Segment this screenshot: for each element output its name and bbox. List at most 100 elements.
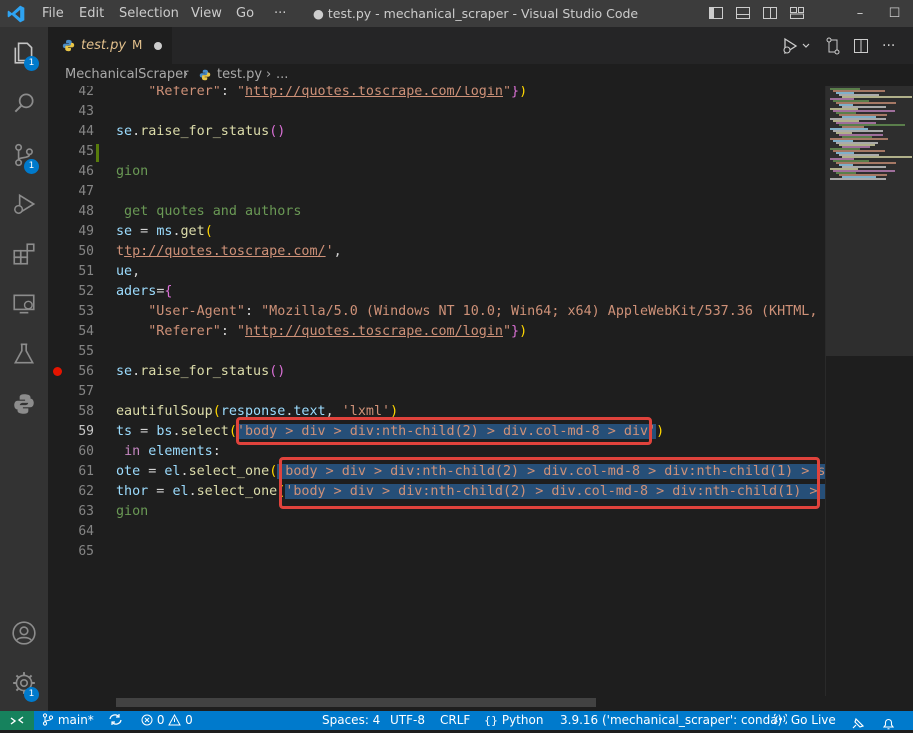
- toggle-panel-icon[interactable]: [735, 5, 751, 21]
- run-debug-button[interactable]: [0, 180, 48, 228]
- line-number: 65: [78, 544, 94, 559]
- minimize-button[interactable]: –: [840, 0, 880, 27]
- run-debug-icon: [14, 193, 36, 215]
- warning-count: 0: [185, 713, 193, 727]
- search-button[interactable]: [0, 79, 48, 127]
- open-changes-icon[interactable]: [824, 36, 842, 56]
- search-icon: [14, 93, 34, 113]
- remote-explorer-button[interactable]: [0, 280, 48, 328]
- git-added-marker: [96, 144, 99, 162]
- unsaved-dot-icon[interactable]: [154, 42, 162, 50]
- python-button[interactable]: [0, 380, 48, 428]
- line-number: 57: [78, 384, 94, 399]
- problems-indicator[interactable]: 0 0: [141, 711, 193, 730]
- code-line: ttp://quotes.toscrape.com/',: [116, 244, 342, 259]
- breakpoint-icon[interactable]: [53, 367, 62, 376]
- customize-layout-icon[interactable]: [789, 5, 805, 21]
- menu-more[interactable]: ···: [274, 0, 286, 27]
- vscode-logo-icon: [7, 5, 25, 23]
- python-interpreter[interactable]: 3.9.16 ('mechanical_scraper': conda): [560, 711, 782, 730]
- breadcrumb-file[interactable]: test.py: [217, 64, 262, 86]
- notifications-bell-icon[interactable]: [882, 714, 895, 733]
- minimap-line: [830, 178, 886, 180]
- code-line: "Referer": "http://quotes.toscrape.com/l…: [148, 324, 528, 339]
- code-line: in elements:: [124, 444, 221, 459]
- source-control-button[interactable]: 1: [0, 131, 48, 179]
- code-line: ue,: [116, 264, 141, 279]
- line-number: 52: [78, 284, 94, 299]
- error-count: 0: [156, 713, 165, 727]
- python-file-icon: [199, 69, 211, 81]
- line-number: 61: [78, 464, 94, 479]
- line-number: 54: [78, 324, 94, 339]
- code-content[interactable]: "Referer": "http://quotes.toscrape.com/l…: [116, 86, 825, 696]
- menu-edit[interactable]: Edit: [79, 0, 104, 27]
- explorer-button[interactable]: 1: [0, 29, 48, 77]
- extensions-button[interactable]: [0, 230, 48, 278]
- minimap[interactable]: [825, 86, 913, 696]
- line-number: 55: [78, 344, 94, 359]
- line-number: 53: [78, 304, 94, 319]
- testing-button[interactable]: [0, 330, 48, 378]
- run-python-file-icon[interactable]: [781, 36, 811, 56]
- code-line: se = ms.get(: [116, 224, 213, 239]
- maximize-button[interactable]: ☐: [876, 0, 913, 27]
- remote-explorer-icon: [13, 294, 35, 314]
- remote-indicator[interactable]: [0, 711, 34, 730]
- line-number: 45: [78, 144, 94, 159]
- manage-badge: 1: [24, 687, 39, 702]
- sync-button[interactable]: [108, 711, 123, 730]
- tab-modified-indicator: M: [132, 38, 143, 52]
- code-line: "Referer": "http://quotes.toscrape.com/l…: [148, 86, 528, 99]
- go-live-button[interactable]: Go Live: [772, 711, 836, 730]
- editor-tab-bar: test.py M ···: [48, 27, 913, 64]
- python-file-icon: [62, 39, 75, 52]
- remote-icon: [10, 716, 24, 725]
- python-icon: [14, 394, 34, 414]
- breadcrumb-separator: ›: [266, 67, 272, 82]
- tab-test-py[interactable]: test.py M: [48, 27, 172, 64]
- code-line: aders={: [116, 284, 173, 299]
- indentation-indicator[interactable]: Spaces: 4: [322, 711, 380, 730]
- split-editor-icon[interactable]: [852, 36, 870, 56]
- accounts-button[interactable]: [0, 609, 48, 657]
- breadcrumb-separator: ›: [183, 67, 189, 82]
- menu-go[interactable]: Go: [236, 0, 254, 27]
- line-number: 48: [78, 204, 94, 219]
- code-editor[interactable]: 42 43 44 45 46 47 48 49 50 51 52 53 54 55 56 57 58 59 60 61…: [48, 86, 825, 696]
- menu-selection[interactable]: Selection: [119, 0, 179, 27]
- line-number: 51: [78, 264, 94, 279]
- line-number: 49: [78, 224, 94, 239]
- source-control-badge: 1: [24, 159, 39, 174]
- line-number: 64: [78, 524, 94, 539]
- language-label: Python: [501, 713, 544, 727]
- language-mode[interactable]: {} Python: [484, 711, 543, 730]
- line-number: 63: [78, 504, 94, 519]
- code-line: se.raise_for_status(): [116, 124, 286, 139]
- line-number: 59: [78, 424, 94, 439]
- horizontal-scrollbar[interactable]: [116, 696, 825, 708]
- line-number: 58: [78, 404, 94, 419]
- line-number: 43: [78, 104, 94, 119]
- menu-view[interactable]: View: [191, 0, 222, 27]
- minimap-slider[interactable]: [826, 86, 913, 356]
- code-line: get quotes and authors: [116, 204, 302, 219]
- encoding-indicator[interactable]: UTF-8: [390, 711, 425, 730]
- line-number: 50: [78, 244, 94, 259]
- line-number: 47: [78, 184, 94, 199]
- eol-indicator[interactable]: CRLF: [440, 711, 470, 730]
- line-number: 42: [78, 86, 94, 99]
- breadcrumb-more[interactable]: ...: [276, 64, 288, 86]
- branch-indicator[interactable]: main*: [42, 711, 94, 730]
- menu-file[interactable]: File: [42, 0, 64, 27]
- feedback-icon[interactable]: [851, 714, 865, 733]
- more-actions-icon[interactable]: ···: [882, 36, 895, 56]
- line-number-gutter: 42 43 44 45 46 47 48 49 50 51 52 53 54 55 56 57 58 59 60 61…: [48, 86, 102, 696]
- horizontal-scrollbar-thumb[interactable]: [116, 698, 596, 707]
- breadcrumb-folder[interactable]: MechanicalScraper: [65, 64, 188, 86]
- toggle-primary-sidebar-icon[interactable]: [708, 5, 724, 21]
- toggle-secondary-sidebar-icon[interactable]: [762, 5, 778, 21]
- manage-button[interactable]: 1: [0, 659, 48, 707]
- tab-label: test.py: [81, 38, 127, 53]
- warning-icon: [168, 713, 182, 726]
